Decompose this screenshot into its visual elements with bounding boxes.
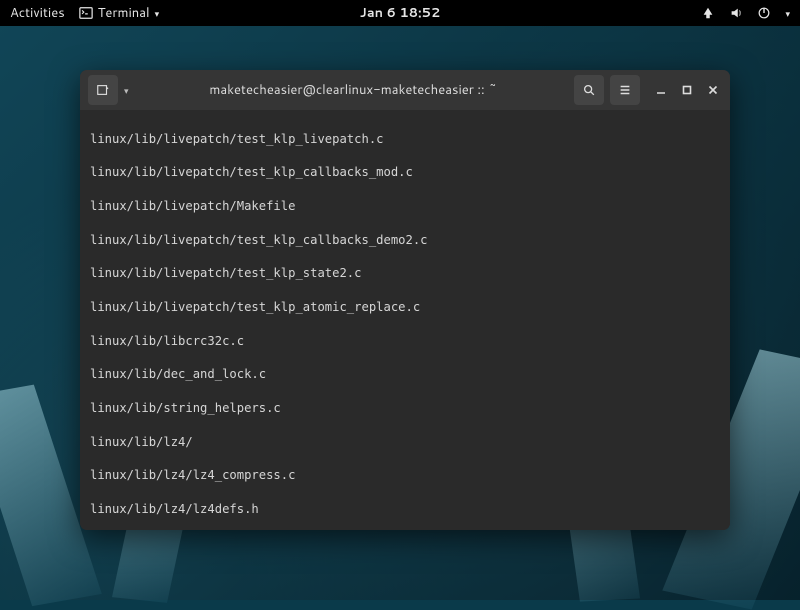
output-line: linux/lib/dec_and_lock.c — [90, 366, 720, 383]
maximize-button[interactable] — [678, 81, 696, 99]
minimize-icon — [655, 84, 667, 96]
output-line: linux/lib/lz4/lz4defs.h — [90, 501, 720, 518]
terminal-icon — [79, 6, 93, 20]
new-tab-icon — [96, 83, 110, 97]
window-titlebar: ▾ maketecheasier@clearlinux-maketecheasi… — [80, 70, 730, 110]
output-line: linux/lib/string_helpers.c — [90, 400, 720, 417]
output-line: linux/lib/lz4/ — [90, 434, 720, 451]
gnome-topbar: Activities Terminal ▾ Jan 6 18:52 ▾ — [0, 0, 800, 26]
terminal-window: ▾ maketecheasier@clearlinux-maketecheasi… — [80, 70, 730, 530]
hamburger-menu-button[interactable] — [610, 75, 640, 105]
volume-icon[interactable] — [729, 6, 743, 20]
chevron-down-icon: ▾ — [155, 7, 160, 20]
search-icon — [582, 83, 596, 97]
hamburger-icon — [618, 83, 632, 97]
new-tab-button[interactable] — [88, 75, 118, 105]
system-menu-chevron-icon[interactable]: ▾ — [785, 7, 790, 20]
output-line: linux/lib/libcrc32c.c — [90, 333, 720, 350]
app-menu[interactable]: Terminal ▾ — [79, 4, 159, 22]
output-line: linux/lib/livepatch/test_klp_callbacks_m… — [90, 164, 720, 181]
minimize-button[interactable] — [652, 81, 670, 99]
output-line: linux/lib/livepatch/Makefile — [90, 198, 720, 215]
titlebar-chevron-icon[interactable]: ▾ — [124, 84, 129, 97]
output-line: linux/lib/livepatch/test_klp_callbacks_d… — [90, 232, 720, 249]
power-icon[interactable] — [757, 6, 771, 20]
clock[interactable]: Jan 6 18:52 — [360, 4, 441, 22]
output-line: linux/lib/livepatch/test_klp_atomic_repl… — [90, 299, 720, 316]
close-icon — [707, 84, 719, 96]
output-line: linux/lib/livepatch/test_klp_livepatch.c — [90, 131, 720, 148]
maximize-icon — [681, 84, 693, 96]
search-button[interactable] — [574, 75, 604, 105]
network-icon[interactable] — [701, 6, 715, 20]
close-button[interactable] — [704, 81, 722, 99]
activities-button[interactable]: Activities — [10, 4, 65, 22]
output-line: linux/lib/livepatch/test_klp_state2.c — [90, 265, 720, 282]
terminal-output[interactable]: linux/lib/livepatch/test_klp_livepatch.c… — [80, 110, 730, 530]
window-title: maketecheasier@clearlinux-maketecheasier… — [139, 81, 568, 99]
app-menu-label: Terminal — [98, 4, 150, 22]
output-line: linux/lib/lz4/lz4_compress.c — [90, 467, 720, 484]
